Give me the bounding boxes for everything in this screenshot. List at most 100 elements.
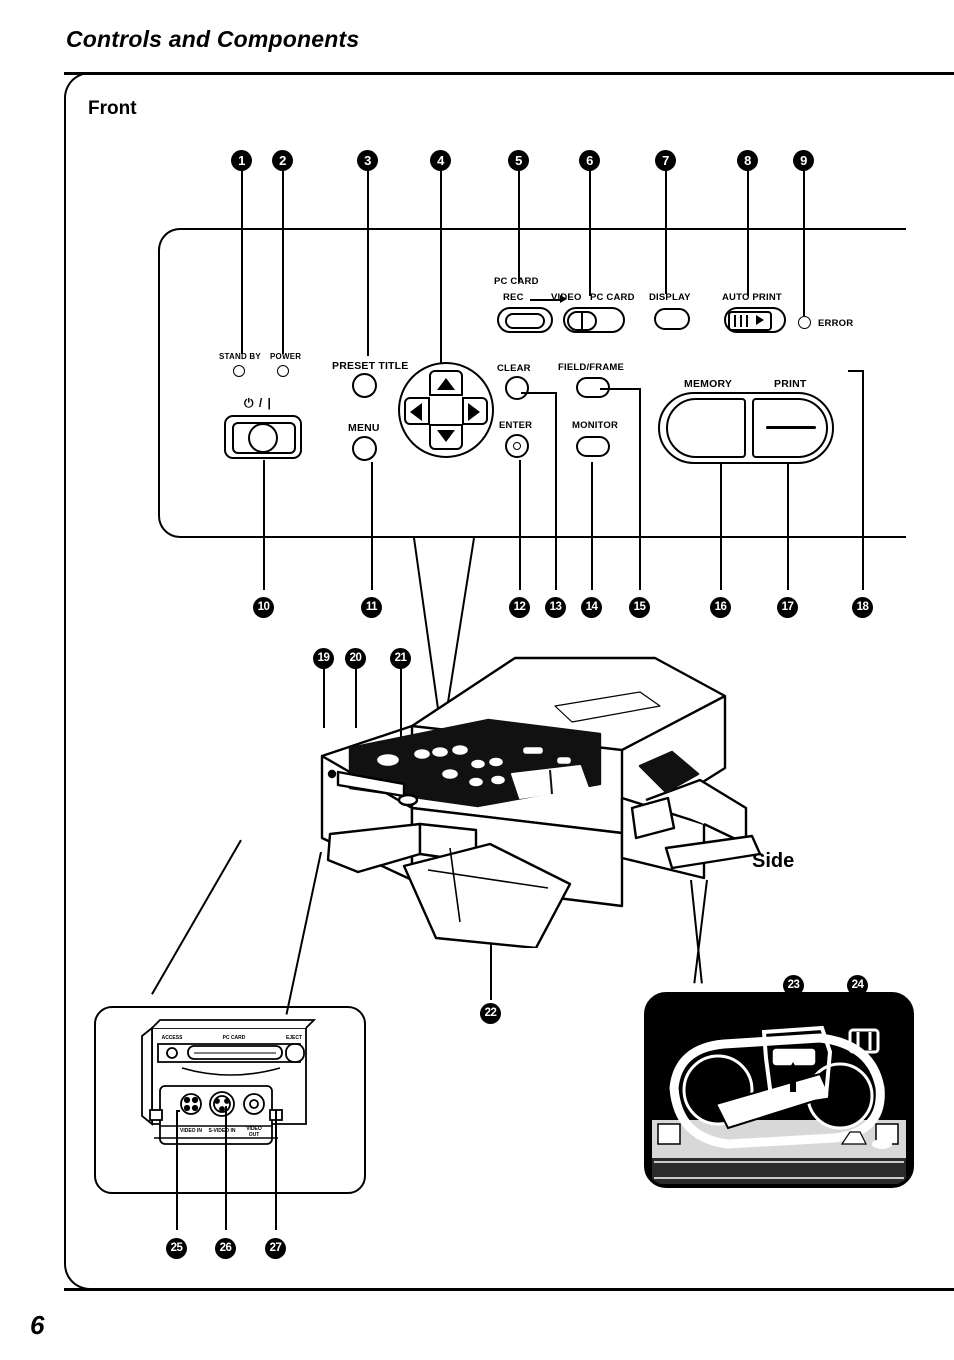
leader-line-1: [241, 168, 243, 354]
callout-5: 5: [508, 150, 529, 171]
power-switch-knob: [248, 423, 278, 453]
leader-line-7: [665, 168, 667, 294]
callout-26: 26: [215, 1238, 236, 1259]
pc-card-rec-switch[interactable]: [497, 307, 553, 333]
display-button[interactable]: [654, 308, 690, 330]
leader-line-11: [371, 462, 373, 590]
callout-2: 2: [272, 150, 293, 171]
callout-22: 22: [480, 1003, 501, 1024]
callout-24: 24: [847, 975, 868, 996]
label-stand-by: STAND BY: [219, 352, 261, 361]
input-select-switch[interactable]: [563, 307, 625, 333]
callout-13: 13: [545, 597, 566, 618]
label-menu: MENU: [348, 422, 380, 434]
stand-by-led: [233, 365, 245, 377]
power-symbol-label: ⏻ / |: [244, 396, 272, 410]
leader-line-3: [367, 168, 369, 356]
error-led: [798, 316, 811, 329]
printer-illustration: [320, 656, 762, 948]
up-arrow-icon: [437, 378, 455, 390]
leader-line-18: [862, 370, 864, 590]
power-led: [277, 365, 289, 377]
menu-button[interactable]: [352, 436, 377, 461]
manual-page: Controls and Components Front Side STAND…: [0, 0, 954, 1360]
enter-button-dot: [513, 442, 521, 450]
leader-line-18b: [848, 370, 864, 372]
leader-line-4: [440, 168, 442, 364]
callout-16: 16: [710, 597, 731, 618]
leader-line-5: [518, 168, 520, 282]
label-access-micro: ACCESS: [162, 1035, 184, 1041]
dpad-center: [432, 398, 460, 424]
label-pc-card-rec-top: PC CARD: [494, 276, 539, 287]
left-arrow-icon: [410, 403, 422, 421]
callout-8: 8: [737, 150, 758, 171]
label-memory: MEMORY: [684, 378, 733, 390]
page-title: Controls and Components: [66, 26, 360, 52]
label-eject-micro: EJECT: [286, 1035, 302, 1041]
leader-line-2: [282, 168, 284, 354]
rec-arrow-line: [530, 299, 562, 301]
leader-line-9: [803, 168, 805, 316]
section-label-front: Front: [88, 98, 137, 119]
label-error: ERROR: [818, 318, 854, 329]
label-display: DISPLAY: [649, 292, 691, 303]
callout-20: 20: [345, 648, 366, 669]
preset-title-button[interactable]: [352, 373, 377, 398]
leader-line-13: [555, 392, 557, 590]
callout-27: 27: [265, 1238, 286, 1259]
leader-line-15b: [600, 388, 641, 390]
callout-3: 3: [357, 150, 378, 171]
leader-line-13b: [521, 392, 557, 394]
label-pc-card-input: PC CARD: [590, 292, 635, 303]
leader-line-14: [591, 462, 593, 590]
leader-line-10: [263, 460, 265, 590]
label-auto-print: AUTO PRINT: [722, 292, 782, 303]
auto-print-bar-3: [746, 315, 748, 327]
leader-line-16: [720, 462, 722, 590]
down-arrow-icon: [437, 430, 455, 442]
leader-line-6: [589, 168, 591, 296]
label-clear: CLEAR: [497, 363, 531, 374]
frame-bottom-rule: [64, 1288, 954, 1291]
right-arrow-icon: [468, 403, 480, 421]
label-videoout-micro2: OUT: [249, 1132, 260, 1138]
monitor-button[interactable]: [576, 436, 610, 457]
leader-line-15: [639, 388, 641, 590]
callout-25: 25: [166, 1238, 187, 1259]
label-print: PRINT: [774, 378, 807, 390]
input-switch-divider: [581, 312, 583, 330]
callout-6: 6: [579, 150, 600, 171]
leader-line-8: [747, 168, 749, 296]
callout-23: 23: [783, 975, 804, 996]
callout-4: 4: [430, 150, 451, 171]
rear-panel-illustration: ACCESS PC CARD EJECT VIDEO IN S-VIDEO IN…: [141, 1019, 317, 1145]
label-videoin-micro: VIDEO IN: [180, 1128, 202, 1134]
leader-line-27: [275, 1110, 277, 1230]
callout-19: 19: [313, 648, 334, 669]
label-pccard-micro: PC CARD: [223, 1035, 246, 1041]
leader-line-17: [787, 462, 789, 590]
label-svideo-micro: S-VIDEO IN: [209, 1128, 236, 1134]
clear-button[interactable]: [505, 376, 529, 400]
print-button-indicator: [766, 426, 816, 429]
label-preset-title: PRESET TITLE: [332, 360, 409, 372]
label-field-frame: FIELD/FRAME: [558, 362, 625, 373]
auto-print-bar-2: [740, 315, 742, 327]
auto-print-switch[interactable]: [724, 307, 786, 333]
auto-print-bar-1: [734, 315, 736, 327]
callout-1: 1: [231, 150, 252, 171]
callout-7: 7: [655, 150, 676, 171]
leader-25-stub: [176, 1110, 180, 1112]
callout-15: 15: [629, 597, 650, 618]
leader-line-12: [519, 460, 521, 590]
memory-button[interactable]: [666, 398, 746, 458]
callout-10: 10: [253, 597, 274, 618]
callout-17: 17: [777, 597, 798, 618]
callout-11: 11: [361, 597, 382, 618]
callout-21: 21: [390, 648, 411, 669]
power-switch[interactable]: [224, 415, 302, 459]
label-enter: ENTER: [499, 420, 533, 431]
label-rec: REC: [503, 292, 524, 303]
ink-cartridge-illustration: [644, 992, 914, 1188]
